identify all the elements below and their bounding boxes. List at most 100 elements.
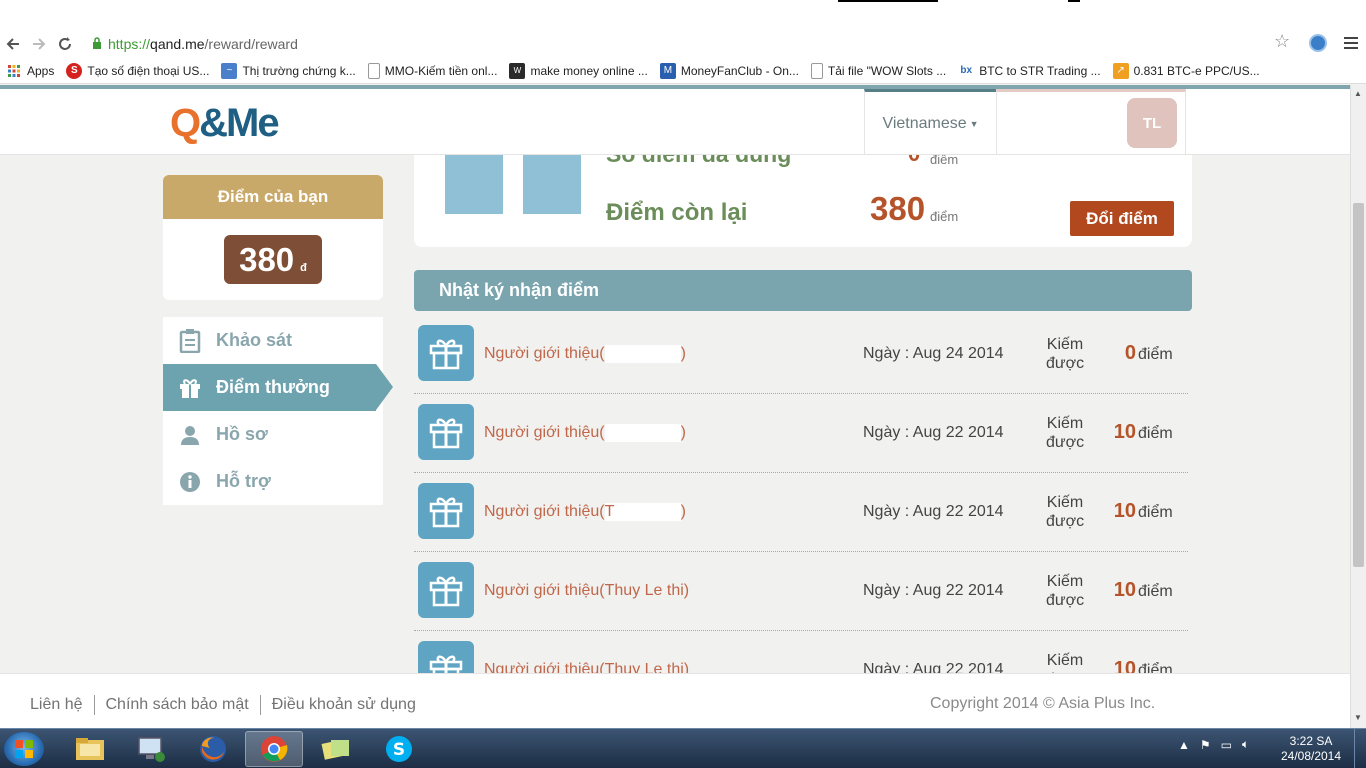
sidebar-item-label: Hỗ trợ (216, 471, 271, 491)
bookmark-apps[interactable]: Apps (6, 63, 54, 79)
site-logo[interactable]: Q&Me (170, 101, 280, 146)
used-points-unit: điểm (930, 155, 959, 167)
sidebar-item-support[interactable]: Hỗ trợ (163, 458, 383, 505)
caret-down-icon: ▼ (969, 118, 979, 129)
sidebar-item-rewards[interactable]: Điểm thưởng (163, 364, 393, 411)
bookmark-item[interactable]: S Tạo số điện thoại US... (66, 62, 209, 79)
bookmark-label: BTC to STR Trading ... (979, 63, 1101, 78)
url-scheme: https:// (108, 36, 151, 52)
earned-points: 10 điểm (1113, 500, 1173, 522)
taskbar-network[interactable] (122, 731, 180, 767)
lock-icon (92, 36, 102, 52)
sidebar-menu: Khảo sát Điểm thưởng Hồ sơ Hỗ trợ (163, 317, 393, 505)
gift-icon (418, 641, 474, 673)
footer-links: Liên hệ Chính sách bảo mật Điều khoản sử… (30, 695, 416, 715)
referrer-text: Người giới thiệu(Thuy Le thi) (484, 661, 689, 673)
window-titlebar (0, 0, 1366, 30)
system-tray: ▲ ⚑ ▭ 🔈︎ (1178, 737, 1259, 752)
scroll-down-icon[interactable]: ▼ (1354, 713, 1362, 722)
points-badge: 380 đ (224, 235, 322, 284)
sidebar-item-label: Khảo sát (216, 330, 293, 350)
btce-chart-icon: ↗ (1112, 62, 1129, 79)
extension-icon[interactable] (1309, 34, 1327, 52)
bookmark-label: Thị trường chứng k... (242, 63, 356, 78)
forward-button[interactable] (26, 31, 52, 57)
network-icon[interactable]: ▭ (1221, 738, 1232, 752)
footer-link-privacy[interactable]: Chính sách bảo mật (106, 696, 249, 714)
url-path: /reward/reward (204, 36, 298, 52)
log-date: Ngày : Aug 22 2014 (863, 582, 1004, 599)
moneyfan-icon: M (659, 62, 676, 79)
bookmark-star-icon[interactable]: ☆ (1274, 31, 1290, 52)
reload-button[interactable] (52, 31, 78, 57)
footer-link-terms[interactable]: Điều khoản sử dụng (272, 696, 416, 714)
earned-points: 0 điểm (1124, 342, 1173, 364)
log-date: Ngày : Aug 22 2014 (863, 503, 1004, 520)
bookmark-item[interactable]: M MoneyFanClub - On... (659, 62, 799, 79)
taskbar-clock[interactable]: 3:22 SA 24/08/2014 (1275, 734, 1347, 764)
reward-image-block (445, 155, 503, 214)
used-points-value: 0 (908, 155, 920, 167)
earned-points: 10 điểm (1113, 421, 1173, 443)
url-field[interactable]: https://qand.me/reward/reward (92, 36, 298, 52)
show-desktop-button[interactable] (1354, 729, 1366, 768)
taskbar-firefox[interactable] (184, 731, 242, 767)
bookmark-item[interactable]: bx BTC to STR Trading ... (958, 63, 1100, 79)
table-row: Người giới thiệu(Thuy Le thi) Ngày : Aug… (414, 631, 1188, 673)
table-row: Người giới thiệu(T) Ngày : Aug 22 2014 K… (414, 473, 1188, 552)
bookmark-item[interactable]: ↗ 0.831 BTC-e PPC/US... (1112, 62, 1260, 79)
points-summary-card: Số điểm đã dùng 0 điểm Điểm còn lại 380 … (414, 155, 1192, 247)
windows-logo-icon (15, 740, 33, 758)
language-selector[interactable]: Vietnamese ▼ (864, 89, 996, 155)
reward-image-block (523, 155, 581, 214)
user-menu[interactable]: TL (996, 89, 1186, 155)
computer-icon (138, 737, 165, 762)
points-log-title: Nhật ký nhận điểm (414, 270, 1192, 311)
footer-link-contact[interactable]: Liên hệ (30, 696, 83, 714)
clipboard-icon (179, 328, 201, 353)
log-date: Ngày : Aug 24 2014 (863, 345, 1004, 362)
volume-icon[interactable]: 🔈︎ (1242, 737, 1249, 752)
start-button[interactable] (4, 732, 44, 766)
earned-label: Kiếm được (1046, 652, 1084, 673)
page-scrollbar[interactable]: ▲ ▼ (1350, 85, 1366, 728)
taskbar-notes[interactable] (307, 731, 365, 767)
taskbar-chrome[interactable] (245, 731, 303, 767)
site-icon: W (509, 62, 526, 79)
scrollbar-thumb[interactable] (1353, 203, 1364, 567)
sidebar-item-profile[interactable]: Hồ sơ (163, 411, 383, 458)
remaining-points-value: 380 (870, 190, 926, 227)
bookmark-label: make money online ... (530, 63, 648, 78)
points-value: 380 (239, 241, 295, 278)
bookmark-item[interactable]: W make money online ... (509, 62, 648, 79)
sticky-notes-icon (321, 740, 349, 760)
bookmark-item[interactable]: Tải file "WOW Slots ... (810, 62, 946, 79)
redacted-name (604, 345, 681, 363)
gift-icon (418, 562, 474, 618)
flag-icon[interactable]: ⚑ (1200, 738, 1211, 752)
tray-expand-icon[interactable]: ▲ (1178, 738, 1190, 752)
gift-icon (418, 483, 474, 539)
avatar[interactable]: TL (1127, 98, 1177, 148)
gift-icon (179, 377, 201, 399)
back-button[interactable] (0, 31, 26, 57)
clock-date: 24/08/2014 (1280, 749, 1342, 763)
scroll-up-icon[interactable]: ▲ (1354, 89, 1362, 98)
browser-menu-icon[interactable] (1344, 34, 1358, 52)
firefox-icon (200, 736, 226, 762)
earned-label: Kiếm được (1046, 494, 1085, 530)
earned-points: 10 điểm (1113, 658, 1173, 673)
bookmark-item[interactable]: ~ Thị trường chứng k... (221, 62, 356, 79)
bookmark-item[interactable]: MMO-Kiếm tiền onl... (367, 62, 497, 79)
taskbar-skype[interactable]: S (370, 731, 428, 767)
earned-label: Kiếm được (1046, 336, 1085, 372)
taskbar-explorer[interactable] (61, 731, 119, 767)
used-points-label: Số điểm đã dùng (606, 155, 791, 168)
points-log-list: Người giới thiệu() Ngày : Aug 24 2014 Ki… (414, 315, 1192, 673)
back-arrow-icon (6, 38, 19, 50)
user-icon (179, 424, 201, 446)
site-footer: Liên hệ Chính sách bảo mật Điều khoản sử… (0, 673, 1350, 728)
sidebar-item-survey[interactable]: Khảo sát (163, 317, 383, 364)
bookmark-label: MoneyFanClub - On... (680, 63, 799, 78)
redeem-points-button[interactable]: Đổi điểm (1070, 201, 1174, 236)
